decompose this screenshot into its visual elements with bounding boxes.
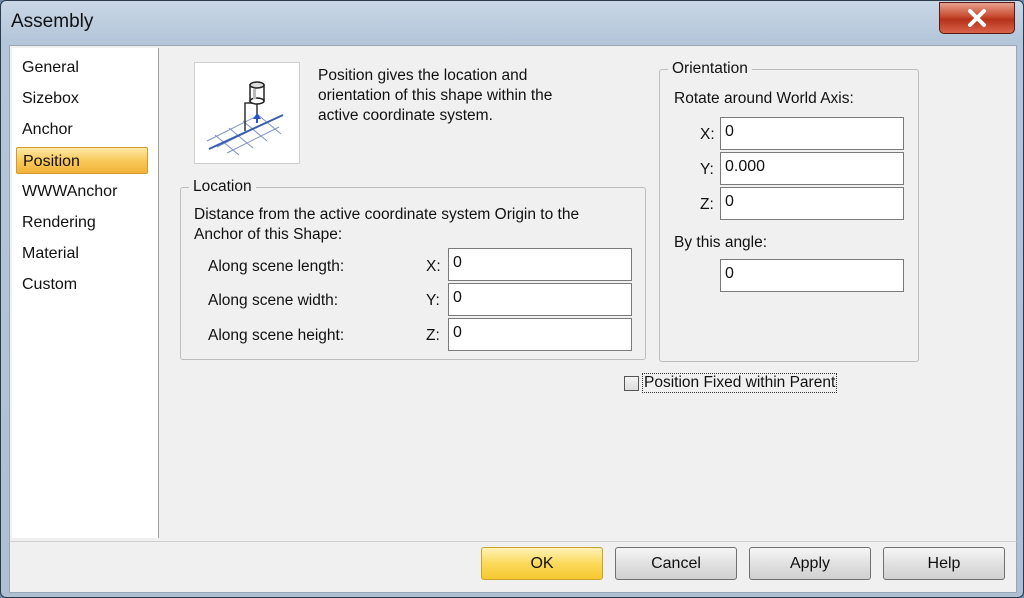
location-y-input[interactable]: 0: [448, 283, 632, 316]
orientation-z-input[interactable]: 0: [720, 187, 904, 220]
nav-item-general[interactable]: General: [16, 54, 148, 81]
orientation-y-axis-label: Y:: [700, 161, 714, 178]
location-y-axis-label: Y:: [426, 292, 440, 309]
position-fixed-checkbox[interactable]: [624, 376, 639, 391]
close-button[interactable]: [939, 2, 1015, 34]
position-description: Position gives the location and orientat…: [318, 66, 618, 126]
help-button[interactable]: Help: [883, 547, 1005, 580]
angle-label: By this angle:: [674, 234, 768, 251]
position-fixed-label[interactable]: Position Fixed within Parent: [642, 373, 838, 393]
rotate-around-label: Rotate around World Axis:: [674, 90, 854, 107]
angle-input[interactable]: 0: [720, 259, 904, 292]
description-line: Position gives the location and: [318, 67, 528, 84]
orientation-x-input[interactable]: 0: [720, 117, 904, 150]
nav-item-wwwanchor[interactable]: WWWAnchor: [16, 178, 148, 205]
ok-button[interactable]: OK: [481, 547, 603, 580]
nav-item-custom[interactable]: Custom: [16, 271, 148, 298]
location-x-axis-label: X:: [426, 258, 441, 275]
property-page-list: General Sizebox Anchor Position WWWAncho…: [12, 48, 159, 538]
nav-item-sizebox[interactable]: Sizebox: [16, 85, 148, 112]
location-z-axis-label: Z:: [426, 327, 440, 344]
position-preview-image: [194, 62, 300, 164]
orientation-y-input[interactable]: 0.000: [720, 152, 904, 185]
apply-button[interactable]: Apply: [749, 547, 871, 580]
nav-item-material[interactable]: Material: [16, 240, 148, 267]
nav-item-rendering[interactable]: Rendering: [16, 209, 148, 236]
location-description: Distance from the active coordinate syst…: [194, 206, 580, 223]
along-height-label: Along scene height:: [208, 327, 345, 344]
orientation-x-axis-label: X:: [700, 126, 715, 143]
location-description-2: Anchor of this Shape:: [194, 226, 343, 243]
location-x-input[interactable]: 0: [448, 248, 632, 281]
cancel-button[interactable]: Cancel: [615, 547, 737, 580]
title-bar[interactable]: Assembly: [1, 1, 1023, 41]
location-legend: Location: [193, 178, 252, 195]
window-title: Assembly: [11, 11, 94, 32]
orientation-z-axis-label: Z:: [700, 196, 714, 213]
assembly-dialog: Assembly General Sizebox Anchor Position…: [0, 0, 1024, 598]
along-length-label: Along scene length:: [208, 258, 345, 275]
description-line: orientation of this shape within the: [318, 87, 553, 104]
description-line: active coordinate system.: [318, 107, 493, 124]
close-icon: [968, 9, 986, 27]
dialog-button-bar: OK Cancel Apply Help: [9, 541, 1017, 593]
dialog-content: General Sizebox Anchor Position WWWAncho…: [9, 45, 1017, 543]
position-shape-icon: [206, 81, 284, 156]
nav-item-anchor[interactable]: Anchor: [16, 116, 148, 143]
nav-item-position[interactable]: Position: [16, 147, 148, 174]
orientation-legend: Orientation: [672, 60, 748, 77]
along-width-label: Along scene width:: [208, 292, 339, 309]
location-z-input[interactable]: 0: [448, 318, 632, 351]
